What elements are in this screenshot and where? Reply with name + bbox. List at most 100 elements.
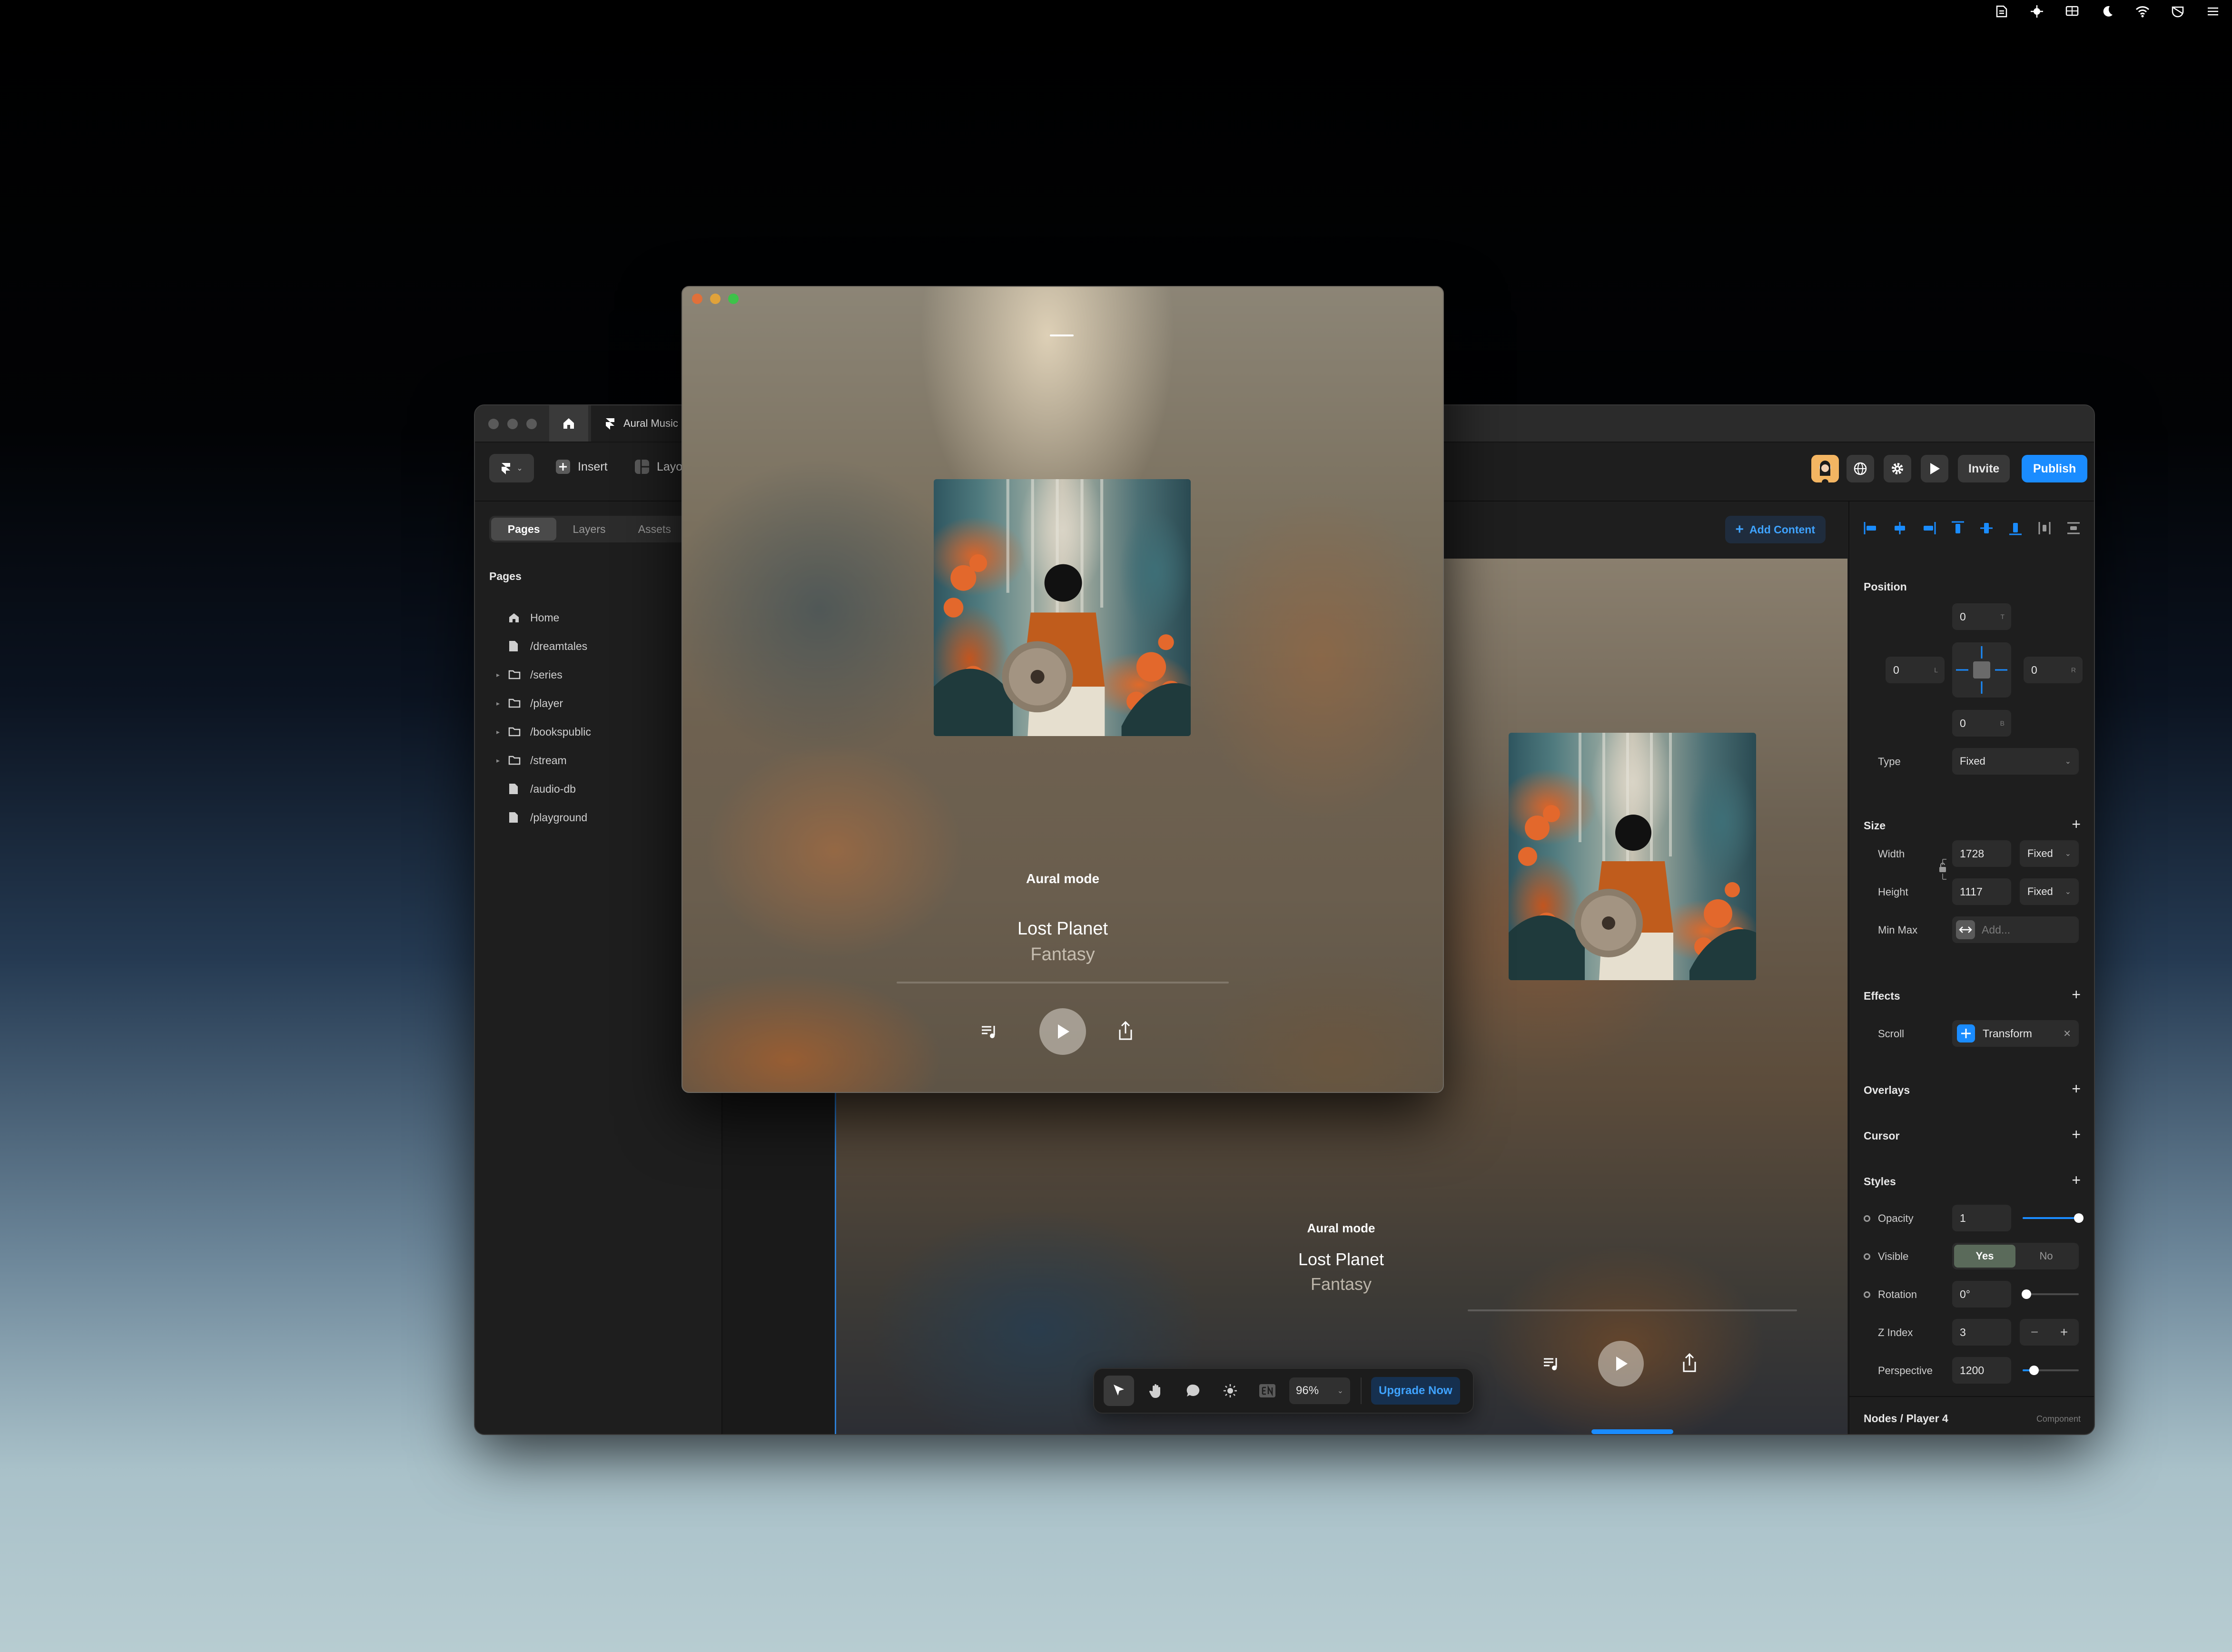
minimize-button[interactable] xyxy=(507,419,518,429)
select-tool-button[interactable] xyxy=(1104,1376,1134,1406)
aspect-lock-icon[interactable] xyxy=(1938,857,1947,881)
zoom-select[interactable]: 96% ⌄ xyxy=(1289,1377,1350,1404)
preview-album-art[interactable] xyxy=(1509,733,1756,980)
close-button[interactable] xyxy=(692,294,702,304)
tab-pages[interactable]: Pages xyxy=(491,518,557,541)
rotation-variable-icon[interactable] xyxy=(1864,1291,1870,1298)
minmax-input[interactable]: Add... xyxy=(1952,916,2079,943)
align-center-h-icon[interactable] xyxy=(1892,520,1908,536)
preview-button[interactable] xyxy=(1921,455,1948,482)
settings-button[interactable] xyxy=(1884,455,1911,482)
main-menu-button[interactable]: ⌄ xyxy=(489,454,534,482)
opacity-variable-icon[interactable] xyxy=(1864,1215,1870,1222)
tab-layers[interactable]: Layers xyxy=(556,518,622,541)
rotation-input[interactable]: 0° xyxy=(1952,1281,2011,1308)
control-center-icon[interactable] xyxy=(2203,2,2222,21)
chevron-right-icon[interactable]: ▸ xyxy=(489,757,508,765)
align-center-v-icon[interactable] xyxy=(1978,520,1995,536)
page-item[interactable]: Home xyxy=(489,603,699,632)
cursor-add-button[interactable]: + xyxy=(2072,1127,2081,1142)
chevron-right-icon[interactable]: ▸ xyxy=(489,728,508,736)
page-item[interactable]: ▸ /bookspublic xyxy=(489,718,699,746)
position-right-input[interactable]: 0 R xyxy=(2024,657,2083,683)
hand-tool-button[interactable] xyxy=(1141,1376,1171,1406)
styles-add-button[interactable]: + xyxy=(2072,1172,2081,1188)
progress-bar[interactable] xyxy=(897,982,1229,983)
drag-handle[interactable] xyxy=(1050,334,1074,336)
visible-toggle[interactable]: Yes No xyxy=(1952,1243,2079,1269)
opacity-slider[interactable] xyxy=(2023,1213,2084,1223)
opacity-slider-knob[interactable] xyxy=(2074,1213,2084,1223)
overlays-add-button[interactable]: + xyxy=(2072,1081,2081,1096)
plus-icon[interactable]: + xyxy=(2049,1319,2079,1346)
insert-button[interactable]: Insert xyxy=(555,453,608,481)
height-input[interactable]: 1117 xyxy=(1952,878,2011,905)
align-bottom-icon[interactable] xyxy=(2007,520,2024,536)
effects-add-button[interactable]: + xyxy=(2072,987,2081,1002)
visible-no-option[interactable]: No xyxy=(2015,1245,2077,1268)
page-item[interactable]: ▸ /series xyxy=(489,660,699,689)
display-icon[interactable] xyxy=(2063,2,2082,21)
align-right-icon[interactable] xyxy=(1921,520,1937,536)
page-item[interactable]: /audio-db xyxy=(489,775,699,803)
wifi-icon[interactable] xyxy=(2133,2,2152,21)
chevron-right-icon[interactable]: ▸ xyxy=(489,671,508,679)
page-item[interactable]: /playground xyxy=(489,803,699,832)
pin-constraints-widget[interactable] xyxy=(1952,642,2011,698)
add-content-button[interactable]: + Add Content xyxy=(1725,516,1826,543)
align-top-icon[interactable] xyxy=(1950,520,1966,536)
distribute-h-icon[interactable] xyxy=(2036,520,2053,536)
size-add-button[interactable]: + xyxy=(2072,816,2081,832)
globe-button[interactable] xyxy=(1847,455,1874,482)
shield-icon[interactable] xyxy=(2168,2,2187,21)
position-left-input[interactable]: 0 L xyxy=(1886,657,1945,683)
rotation-slider-knob[interactable] xyxy=(2022,1289,2031,1299)
preview-play-button[interactable] xyxy=(1598,1341,1644,1386)
chevron-right-icon[interactable]: ▸ xyxy=(489,699,508,708)
width-mode-select[interactable]: Fixed ⌄ xyxy=(2020,840,2079,867)
page-item[interactable]: ▸ /player xyxy=(489,689,699,718)
visible-variable-icon[interactable] xyxy=(1864,1253,1870,1260)
perspective-slider[interactable] xyxy=(2023,1366,2079,1375)
zoom-button[interactable] xyxy=(728,294,739,304)
distribute-v-icon[interactable] xyxy=(2065,520,2082,536)
home-tab[interactable] xyxy=(549,405,588,442)
frame-selection-handle[interactable] xyxy=(1591,1429,1673,1434)
perspective-input[interactable]: 1200 xyxy=(1952,1357,2011,1384)
minimize-button[interactable] xyxy=(710,294,721,304)
share-button[interactable] xyxy=(1114,1019,1137,1042)
align-left-icon[interactable] xyxy=(1863,520,1879,536)
invite-button[interactable]: Invite xyxy=(1958,455,2010,482)
publish-button[interactable]: Publish xyxy=(2022,455,2088,482)
page-item[interactable]: /dreamtales xyxy=(489,632,699,660)
perspective-slider-knob[interactable] xyxy=(2029,1366,2039,1375)
close-button[interactable] xyxy=(488,419,499,429)
width-input[interactable]: 1728 xyxy=(1952,840,2011,867)
opacity-input[interactable]: 1 xyxy=(1952,1205,2011,1231)
zoom-button[interactable] xyxy=(526,419,537,429)
play-button[interactable] xyxy=(1039,1008,1086,1055)
visible-yes-option[interactable]: Yes xyxy=(1954,1245,2015,1268)
tab-assets[interactable]: Assets xyxy=(622,518,687,541)
component-path[interactable]: Nodes / Player 4 xyxy=(1864,1412,1948,1425)
height-mode-select[interactable]: Fixed ⌄ xyxy=(2020,878,2079,905)
moon-icon[interactable] xyxy=(2098,2,2117,21)
position-bottom-input[interactable]: 0 B xyxy=(1952,710,2011,737)
comment-tool-button[interactable] xyxy=(1178,1376,1208,1406)
album-art[interactable] xyxy=(934,479,1191,736)
locale-button[interactable] xyxy=(1252,1376,1283,1406)
page-item[interactable]: ▸ /stream xyxy=(489,746,699,775)
upgrade-now-button[interactable]: Upgrade Now xyxy=(1371,1377,1460,1405)
minus-icon[interactable]: − xyxy=(2020,1319,2049,1346)
preview-progress-bar[interactable] xyxy=(1468,1309,1797,1311)
scroll-effect-chip[interactable]: Transform ✕ xyxy=(1952,1020,2079,1047)
avatar[interactable] xyxy=(1811,455,1839,482)
window-controls[interactable] xyxy=(488,419,537,429)
app-icon-1[interactable] xyxy=(1992,2,2011,21)
theme-toggle-button[interactable] xyxy=(1215,1376,1245,1406)
position-type-select[interactable]: Fixed ⌄ xyxy=(1952,748,2079,775)
zindex-input[interactable]: 3 xyxy=(1952,1319,2011,1346)
preview-share-button[interactable] xyxy=(1678,1351,1701,1374)
position-top-input[interactable]: 0 T xyxy=(1952,603,2011,630)
preview-queue-button[interactable] xyxy=(1540,1352,1563,1375)
